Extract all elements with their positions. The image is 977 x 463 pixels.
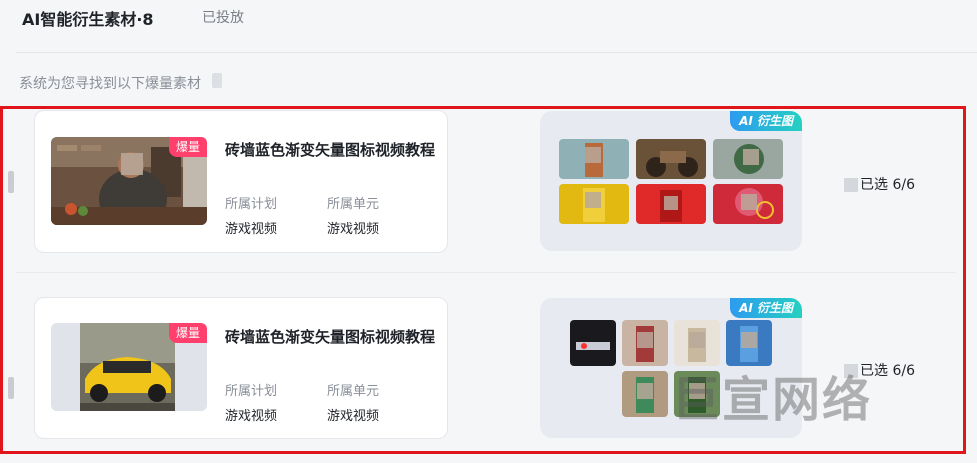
watermark: 巨宣网络 <box>672 372 873 428</box>
tab-launched[interactable]: 已投放 <box>202 7 244 27</box>
notice-text: 系统为您寻找到以下爆量素材 <box>19 76 201 92</box>
tab-divider <box>16 52 977 53</box>
notice-redaction <box>212 73 222 88</box>
tab-ai-derived[interactable]: AI智能衍生素材·8 <box>22 6 154 30</box>
tab-bar: AI智能衍生素材·8 已投放 <box>0 0 977 52</box>
